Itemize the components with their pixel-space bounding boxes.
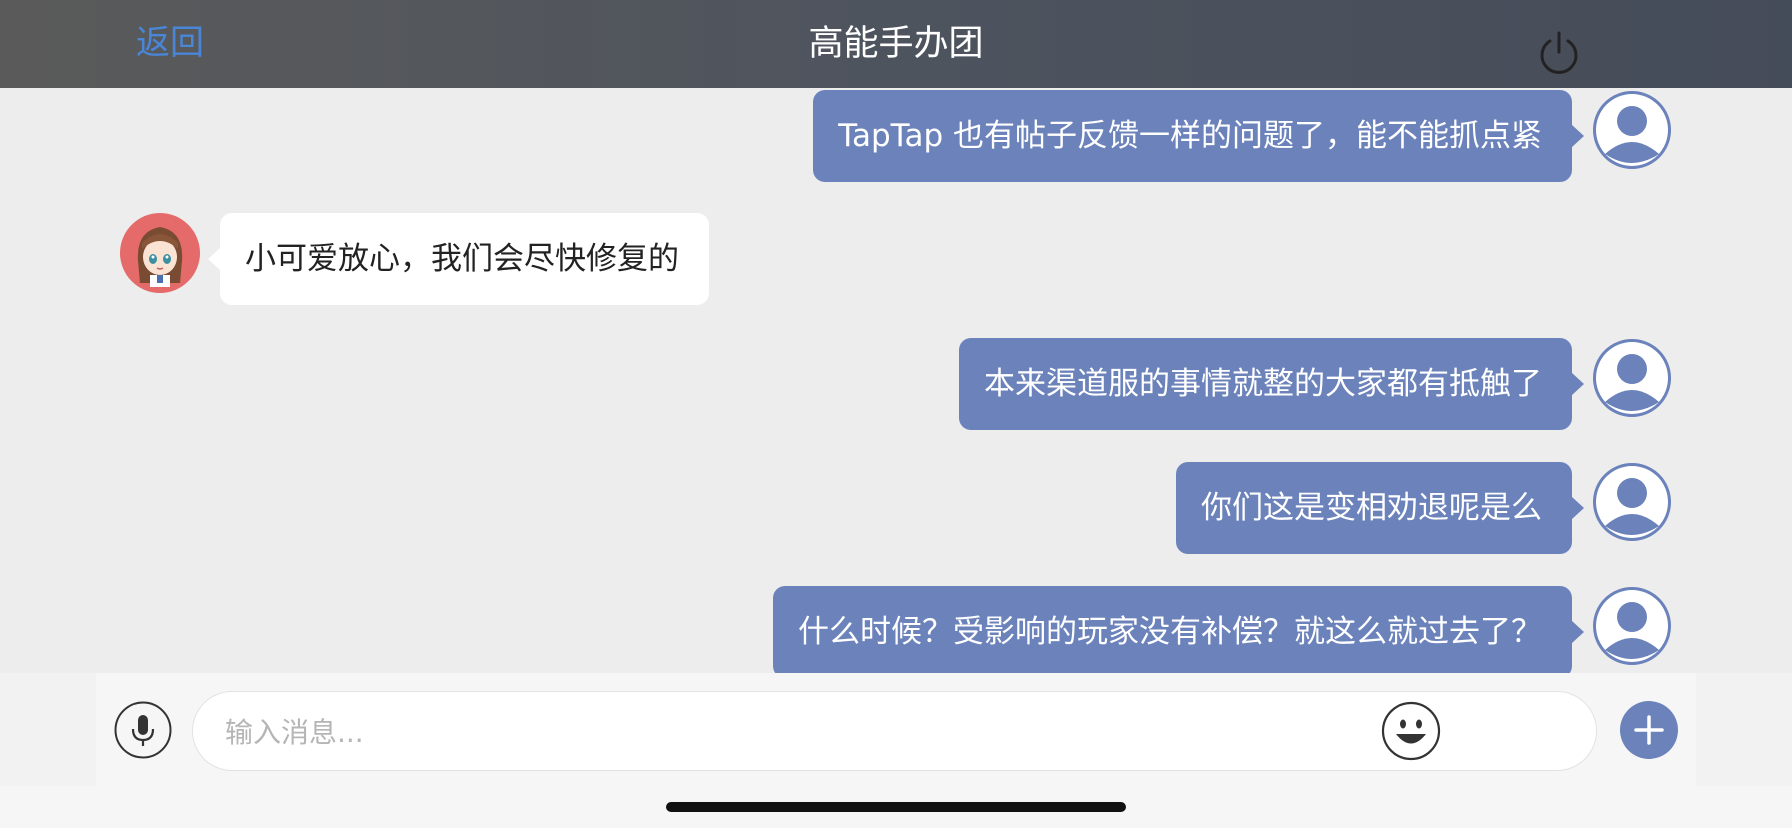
message-bubble: 小可爱放心，我们会尽快修复的 [220,213,709,305]
home-indicator[interactable] [666,802,1126,812]
chat-message-incoming: 小可爱放心，我们会尽快修复的 [0,213,1792,305]
user-avatar-icon[interactable] [1592,338,1672,418]
message-text: 小可爱放心，我们会尽快修复的 [245,241,679,277]
message-text: 什么时候？受影响的玩家没有补偿？就这么就过去了？ [798,614,1542,650]
chat-message-outgoing: 什么时候？受影响的玩家没有补偿？就这么就过去了？ [0,586,1792,673]
message-text: TapTap 也有帖子反馈一样的问题了，能不能抓点紧 [838,118,1542,154]
voice-input-button[interactable] [114,701,172,759]
chat-message-outgoing: TapTap 也有帖子反馈一样的问题了，能不能抓点紧 [0,90,1792,182]
message-bubble: TapTap 也有帖子反馈一样的问题了，能不能抓点紧 [813,90,1572,182]
anime-girl-avatar[interactable] [120,213,200,293]
user-avatar-icon[interactable] [1592,90,1672,170]
bubble-tail [1572,621,1584,643]
power-button[interactable] [1534,28,1584,78]
message-bubble: 你们这是变相劝退呢是么 [1176,462,1572,554]
bubble-tail [1572,373,1584,395]
user-avatar-icon[interactable] [1592,462,1672,542]
message-input-bar [96,673,1696,786]
add-attachment-button[interactable] [1619,700,1679,760]
message-text: 你们这是变相劝退呢是么 [1201,490,1542,526]
bubble-tail [1572,497,1584,519]
message-bubble: 本来渠道服的事情就整的大家都有抵触了 [959,338,1572,430]
chat-area[interactable]: TapTap 也有帖子反馈一样的问题了，能不能抓点紧 小可爱放心，我们会尽快修复… [0,88,1792,673]
page-title: 高能手办团 [808,24,984,64]
power-icon [1540,31,1578,74]
chat-message-outgoing: 你们这是变相劝退呢是么 [0,462,1792,554]
top-bar: 返回 高能手办团 [0,0,1792,88]
bubble-tail [1572,125,1584,147]
message-text-field[interactable] [223,692,1487,772]
plus-icon [1620,701,1678,759]
footer [0,786,1792,828]
microphone-icon [114,701,172,759]
bubble-tail [208,248,220,270]
message-bubble: 什么时候？受影响的玩家没有补偿？就这么就过去了？ [773,586,1572,673]
user-avatar-icon[interactable] [1592,586,1672,666]
message-input[interactable] [192,691,1597,772]
smiley-icon [1381,701,1441,761]
message-text: 本来渠道服的事情就整的大家都有抵触了 [984,366,1542,402]
chat-message-outgoing: 本来渠道服的事情就整的大家都有抵触了 [0,338,1792,430]
emoji-button[interactable] [1381,701,1441,761]
